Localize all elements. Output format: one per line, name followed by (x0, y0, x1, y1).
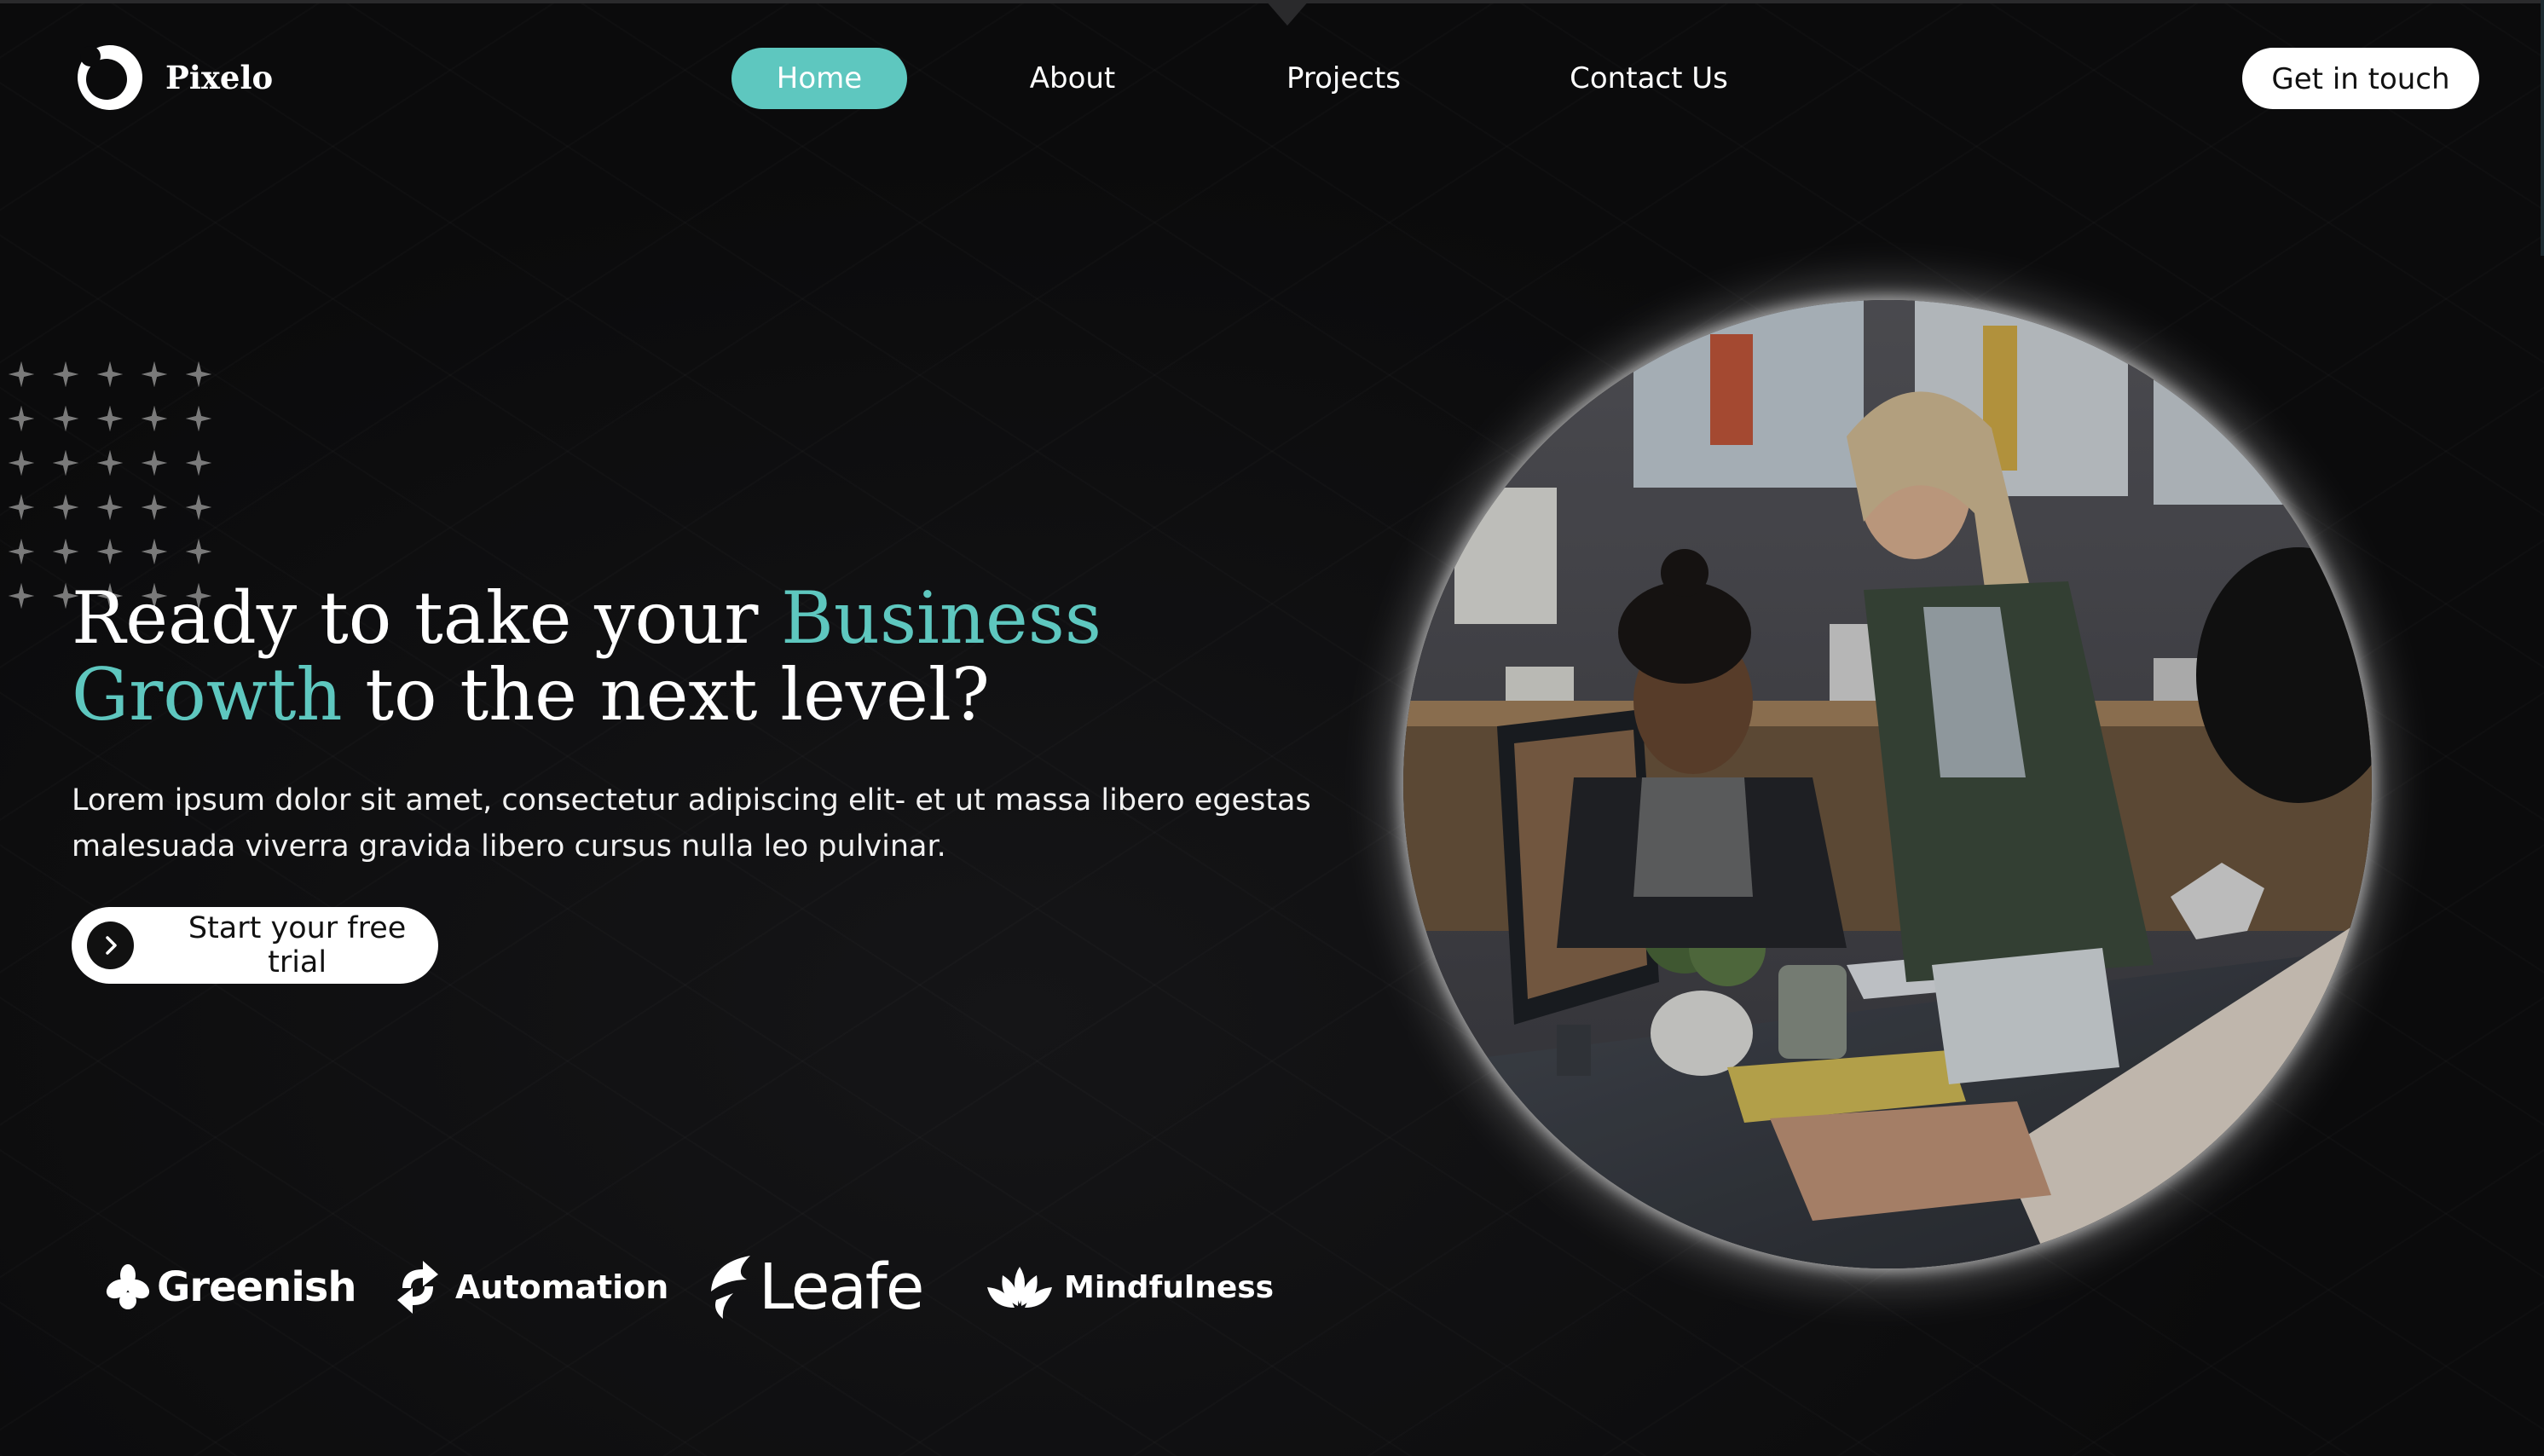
partner-leafe[interactable]: Leafe (708, 1245, 924, 1330)
chevron-right-icon (87, 922, 135, 969)
top-notch (1265, 0, 1310, 26)
team-office-photo (1403, 300, 2372, 1268)
lotus-icon (987, 1267, 1052, 1308)
nav-about[interactable]: About (1011, 48, 1134, 109)
partner-name: Greenish (157, 1263, 357, 1311)
start-free-trial-button[interactable]: Start your free trial (72, 907, 438, 984)
leaf-swoosh-icon (711, 1256, 750, 1319)
hero-image (1403, 300, 2372, 1268)
hero-lead-text: Lorem ipsum dolor sit amet, consectetur … (72, 783, 1311, 864)
partner-logos: Greenish Automation Leafe Mindfulness (0, 1245, 1364, 1330)
scrollbar-hint (2541, 0, 2544, 256)
partner-name: Leafe (759, 1251, 924, 1324)
nav-projects[interactable]: Projects (1267, 48, 1420, 109)
nav-contact-us[interactable]: Contact Us (1550, 48, 1748, 109)
get-in-touch-button[interactable]: Get in touch (2242, 48, 2479, 109)
headline-part1: Ready to take your (72, 576, 782, 660)
partner-name: Mindfulness (1064, 1269, 1275, 1305)
leaf-cluster-icon (106, 1264, 150, 1309)
hero-headline: Ready to take your Business Growth to th… (72, 580, 1265, 733)
sync-arrows-icon (397, 1261, 438, 1314)
headline-part2: to the next level? (342, 653, 990, 737)
main-nav: Home About Projects Contact Us (0, 48, 2544, 109)
nav-home[interactable]: Home (731, 48, 907, 109)
partner-name: Automation (455, 1268, 669, 1306)
start-free-trial-label: Start your free trial (188, 911, 407, 979)
partner-greenish[interactable]: Greenish (104, 1245, 357, 1330)
partner-automation[interactable]: Automation (394, 1245, 668, 1330)
partner-mindfulness[interactable]: Mindfulness (986, 1245, 1274, 1330)
